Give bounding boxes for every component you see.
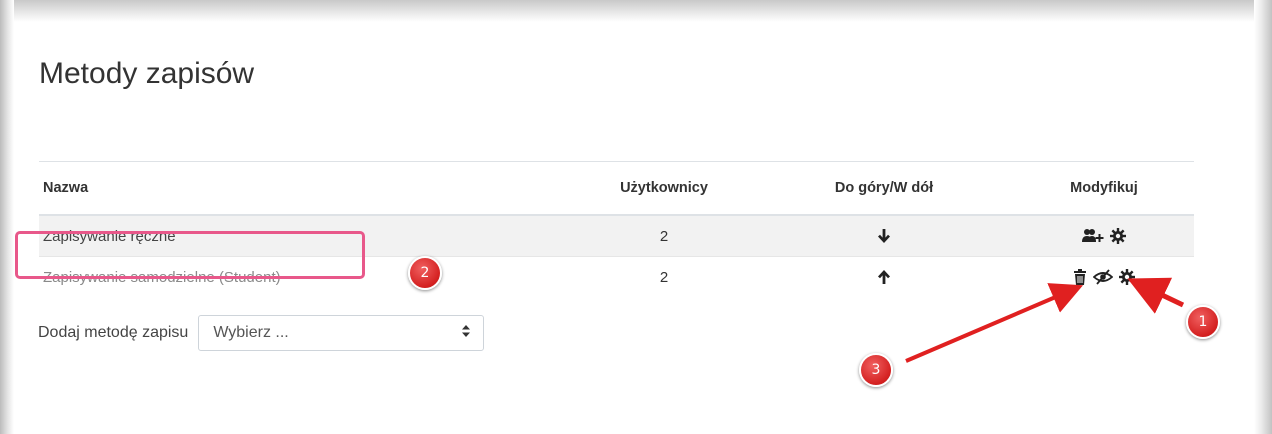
page-title: Metody zapisów <box>39 57 255 90</box>
user-count: 2 <box>659 227 669 245</box>
move-cell <box>809 257 959 297</box>
table-header-row: Nazwa Użytkownicy Do góry/W dół Modyfiku… <box>39 162 1194 216</box>
add-method-row: Dodaj metodę zapisu Wybierz ... <box>38 314 485 352</box>
eye-slash-icon[interactable] <box>1093 269 1113 285</box>
header-updown: Do góry/W dół <box>834 180 934 196</box>
add-method-label: Dodaj metodę zapisu <box>38 324 189 341</box>
user-count: 2 <box>659 268 669 286</box>
header-modify: Modyfikuj <box>1070 180 1138 196</box>
annotation-badge-1: 1 <box>1186 305 1220 339</box>
modify-cell <box>1039 216 1169 256</box>
header-users: Użytkownicy <box>620 180 708 196</box>
window-frame-right <box>1254 0 1272 434</box>
enrol-users-icon[interactable] <box>1082 228 1104 244</box>
gear-icon[interactable] <box>1110 228 1126 244</box>
window-frame-top <box>0 0 1272 22</box>
trash-icon[interactable] <box>1073 269 1087 285</box>
page-content: Metody zapisów Nazwa Użytkownicy Do góry… <box>14 22 1254 434</box>
arrow-up-icon[interactable] <box>877 269 891 285</box>
select-caret-icon <box>461 324 471 343</box>
arrow-down-icon[interactable] <box>877 228 891 244</box>
window-frame-left <box>0 0 14 434</box>
move-cell <box>809 216 959 256</box>
annotation-highlight-box <box>15 231 365 279</box>
annotation-badge-3: 3 <box>859 353 893 387</box>
select-value: Wybierz ... <box>213 324 289 341</box>
modify-cell <box>1039 257 1169 297</box>
add-method-select[interactable]: Wybierz ... <box>198 315 485 351</box>
annotation-badge-2: 2 <box>408 256 442 290</box>
header-name: Nazwa <box>43 180 89 196</box>
gear-icon[interactable] <box>1119 269 1135 285</box>
